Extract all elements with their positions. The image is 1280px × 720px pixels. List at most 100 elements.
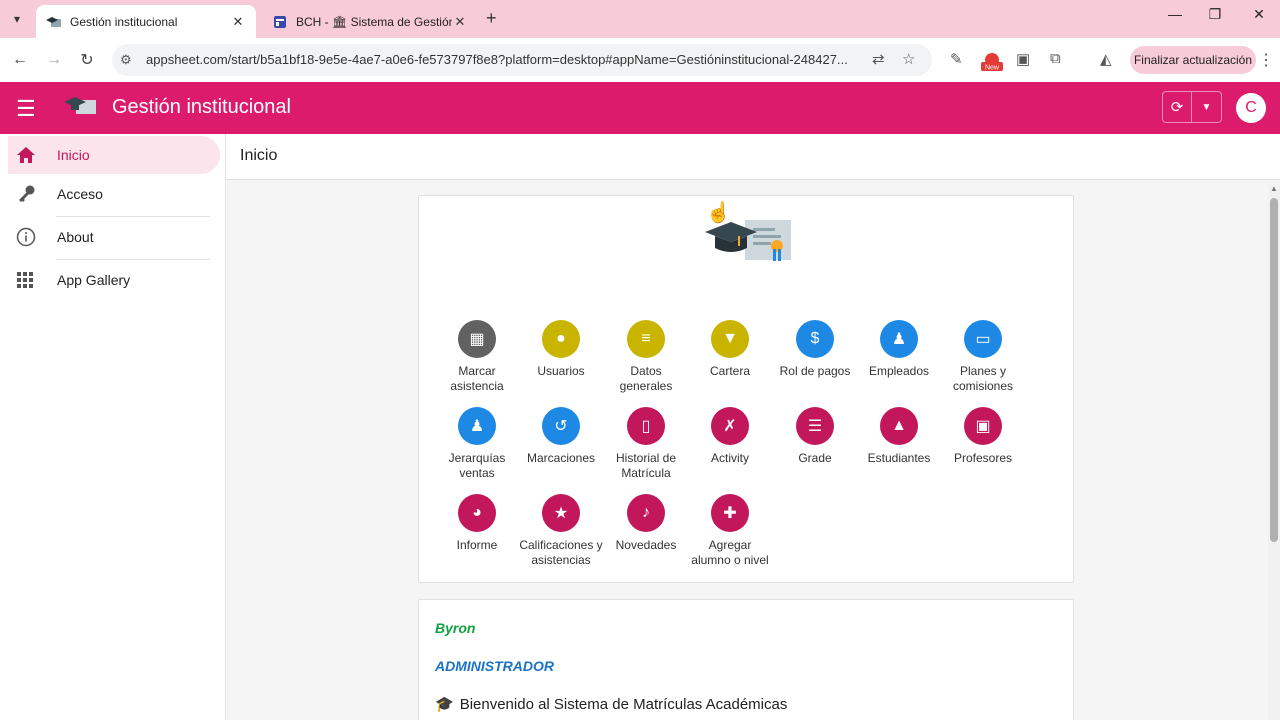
- menu-item-label: Marcar asistencia: [450, 364, 504, 393]
- window-close-icon[interactable]: ✕: [1244, 6, 1274, 23]
- main-scrollbar[interactable]: ▲: [1268, 184, 1280, 720]
- update-button[interactable]: Finalizar actualización: [1130, 46, 1256, 74]
- menu-item[interactable]: ✗ Activity: [688, 407, 772, 466]
- menu-item-label: Historial de Matrícula: [615, 451, 677, 480]
- welcome-card: Byron ADMINISTRADOR 🎓 Bienvenido al Sist…: [418, 599, 1074, 720]
- hand-cursor-icon: ☝: [706, 202, 731, 224]
- sidebar-item-app-gallery[interactable]: App Gallery: [8, 261, 220, 299]
- camera-extension-icon[interactable]: ▣: [1016, 50, 1030, 68]
- scrollbar-thumb[interactable]: [1270, 198, 1278, 542]
- page-header: Inicio: [226, 134, 1280, 180]
- menu-item-label: Novedades: [615, 538, 677, 552]
- sidebar-item-label: Inicio: [57, 147, 90, 163]
- book-icon: ▯: [627, 407, 665, 445]
- menu-item-label: Informe: [456, 538, 498, 552]
- invoice-icon: $: [796, 320, 834, 358]
- tab-title: Gestión institucional: [70, 14, 178, 29]
- sidebar: Inicio Acceso About App Gallery: [0, 134, 226, 720]
- url-text[interactable]: appsheet.com/start/b5a1bf18-9e5e-4ae7-a0…: [146, 52, 866, 67]
- app-header: ☰ Gestión institucional ⟳ ▼ C: [0, 82, 1280, 134]
- translate-icon[interactable]: ⇄: [872, 50, 885, 68]
- menu-item-label: Usuarios: [537, 364, 585, 378]
- add-user-icon: ✚: [711, 494, 749, 532]
- menu-item[interactable]: ▭ Planes y comisiones: [941, 320, 1025, 394]
- back-icon[interactable]: ←: [9, 49, 31, 71]
- tab-title: BCH - 🏛 Sistema de Gestión p: [296, 14, 452, 29]
- menu-item-label: Estudiantes: [867, 451, 931, 465]
- menu-item[interactable]: $ Rol de pagos: [773, 320, 857, 379]
- menu-item[interactable]: ↺ Marcaciones: [519, 407, 603, 466]
- bookmark-star-icon[interactable]: ☆: [902, 50, 915, 68]
- welcome-message: 🎓 Bienvenido al Sistema de Matrículas Ac…: [435, 695, 788, 714]
- new-badge-text: New: [985, 65, 1000, 72]
- menu-item[interactable]: ♟ Jerarquías ventas: [435, 407, 519, 481]
- sync-button-group: ⟳ ▼: [1162, 91, 1222, 123]
- menu-item[interactable]: ♟ Empleados: [857, 320, 941, 379]
- restore-icon[interactable]: ❐: [1200, 6, 1230, 23]
- menu-item-label: Activity: [710, 451, 749, 465]
- menu-item[interactable]: ☰ Grade: [773, 407, 857, 466]
- qr-icon: ▦: [458, 320, 496, 358]
- user-icon: ●: [542, 320, 580, 358]
- pie-chart-icon: ◕: [458, 494, 496, 532]
- profile-extension-icon[interactable]: ◭: [1100, 50, 1112, 68]
- tab-close-icon[interactable]: ✕: [452, 14, 468, 30]
- new-tab-button[interactable]: +: [486, 8, 497, 29]
- sidebar-item-label: App Gallery: [57, 272, 131, 288]
- menu-item[interactable]: ♪ Novedades: [604, 494, 688, 553]
- teacher-icon: ▣: [964, 407, 1002, 445]
- eyedropper-extension-icon[interactable]: ✎: [950, 50, 963, 68]
- browser-menu-icon[interactable]: ⋮: [1258, 50, 1274, 70]
- menu-item-label: Cartera: [709, 364, 750, 378]
- menu-item-label: Calificaciones y asistencias: [519, 538, 603, 567]
- menu-item[interactable]: ▼ Cartera: [688, 320, 772, 379]
- key-icon: [16, 185, 52, 203]
- scroll-up-icon[interactable]: ▲: [1270, 184, 1278, 193]
- home-icon: [16, 146, 52, 164]
- menu-item[interactable]: ★ Calificaciones y asistencias: [519, 494, 603, 568]
- info-icon: [16, 227, 52, 247]
- funnel-money-icon: ▼: [711, 320, 749, 358]
- extensions-puzzle-icon[interactable]: ⧉: [1050, 50, 1061, 67]
- sidebar-divider: [56, 216, 210, 217]
- app-logo-icon: [64, 94, 98, 123]
- tab-bch[interactable]: BCH - 🏛 Sistema de Gestión p ✕: [262, 5, 478, 38]
- site-settings-icon[interactable]: ⚙: [120, 52, 132, 68]
- menu-item[interactable]: ▲ Estudiantes: [857, 407, 941, 466]
- running-icon: ✗: [711, 407, 749, 445]
- menu-item-label: Jerarquías ventas: [448, 451, 506, 480]
- main-content: Inicio ▦ Marcar asistencia ● Usuarios ≡ Datos…: [226, 134, 1280, 720]
- welcome-text: Bienvenido al Sistema de Matrículas Acad…: [459, 695, 788, 713]
- avatar[interactable]: C: [1236, 93, 1266, 123]
- menu-item-label: Rol de pagos: [779, 364, 851, 378]
- sync-icon[interactable]: ⟳: [1163, 92, 1193, 122]
- tab-gestion-institucional[interactable]: Gestión institucional ✕: [36, 5, 256, 38]
- menu-item[interactable]: ● Usuarios: [519, 320, 603, 379]
- list-icon: ☰: [796, 407, 834, 445]
- new-extension-icon[interactable]: New: [980, 52, 1004, 76]
- minimize-icon[interactable]: —: [1160, 6, 1190, 22]
- manager-icon: ♟: [458, 407, 496, 445]
- hamburger-menu-icon[interactable]: ☰: [16, 96, 36, 122]
- menu-item[interactable]: ✚ Agregar alumno o nivel: [688, 494, 772, 568]
- sidebar-item-about[interactable]: About: [8, 218, 220, 256]
- appsheet-favicon-icon: [46, 14, 62, 30]
- database-icon: ≡: [627, 320, 665, 358]
- address-bar[interactable]: ⚙ appsheet.com/start/b5a1bf18-9e5e-4ae7-…: [112, 44, 932, 76]
- tab-search-chevron-icon[interactable]: ▾: [6, 8, 28, 30]
- menu-item[interactable]: ▯ Historial de Matrícula: [604, 407, 688, 481]
- menu-item[interactable]: ▦ Marcar asistencia: [435, 320, 519, 394]
- reload-icon[interactable]: ↻: [76, 49, 98, 71]
- tab-close-icon[interactable]: ✕: [230, 14, 246, 30]
- sidebar-item-inicio[interactable]: Inicio: [8, 136, 220, 174]
- browser-toolbar: ← → ↻ ⚙ appsheet.com/start/b5a1bf18-9e5e…: [0, 38, 1280, 82]
- sidebar-item-label: About: [57, 229, 94, 245]
- sidebar-item-acceso[interactable]: Acceso: [8, 175, 220, 213]
- sync-dropdown-chevron-icon[interactable]: ▼: [1192, 92, 1221, 122]
- menu-item[interactable]: ◕ Informe: [435, 494, 519, 553]
- forward-icon[interactable]: →: [43, 49, 65, 71]
- graduation-cap-icon: 🎓: [435, 696, 454, 713]
- menu-item[interactable]: ▣ Profesores: [941, 407, 1025, 466]
- sidebar-divider: [56, 259, 210, 260]
- menu-item[interactable]: ≡ Datos generales: [604, 320, 688, 394]
